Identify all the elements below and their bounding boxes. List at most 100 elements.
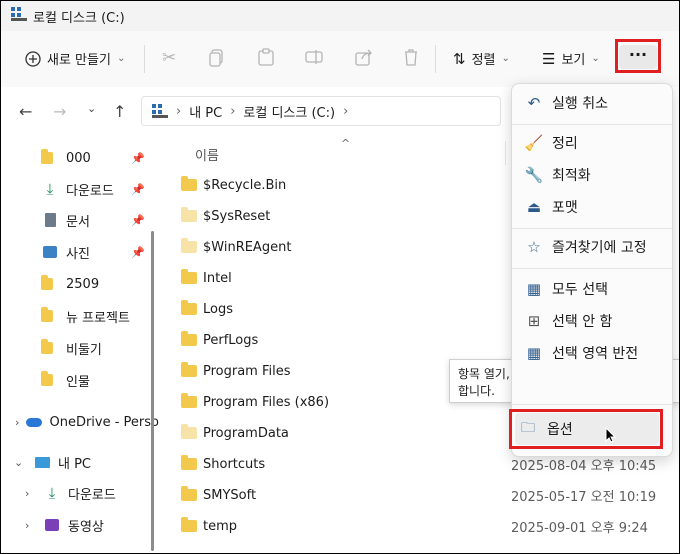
column-header-name[interactable]: 이름: [195, 145, 219, 164]
select-all-icon: ▦: [526, 280, 542, 298]
sidebar-item-2509[interactable]: 2509: [1, 269, 159, 299]
folder-icon: [181, 486, 197, 501]
sidebar-item-this-pc[interactable]: ⌄ 내 PC: [1, 447, 159, 477]
sort-button-label: 정렬: [471, 53, 496, 68]
view-button[interactable]: ☰ 보기 ⌄: [542, 49, 600, 69]
folder-icon: [181, 176, 197, 191]
sidebar-item-000[interactable]: 000 📌: [1, 143, 159, 173]
rename-icon[interactable]: [305, 49, 323, 65]
folder-icon: [181, 207, 197, 222]
menu-item-pin-quick-access[interactable]: ☆ 즐겨찾기에 고정: [512, 232, 672, 262]
file-name: $SysReset: [203, 208, 271, 224]
sidebar-item-label: OneDrive - Perso: [49, 414, 159, 430]
sidebar-item-new-project[interactable]: 뉴 프로젝트: [1, 301, 159, 331]
new-button[interactable]: 새로 만들기 ⌄: [25, 49, 125, 68]
pin-icon[interactable]: 📌: [131, 246, 145, 259]
file-row[interactable]: temp 2025-09-01 오후 9:24: [181, 512, 661, 540]
menu-divider: [512, 228, 672, 229]
sidebar-item-label: 뉴 프로젝트: [66, 310, 130, 326]
file-name: ProgramData: [203, 425, 289, 441]
download-icon: ⤓: [48, 484, 56, 502]
menu-item-label: 선택 영역 반전: [552, 346, 639, 362]
menu-divider: [512, 124, 672, 125]
menu-item-select-none[interactable]: ⊞ 선택 안 함: [512, 306, 672, 336]
sidebar-item-documents[interactable]: 문서 📌: [1, 205, 159, 235]
pin-icon[interactable]: 📌: [131, 183, 145, 196]
file-name: $WinREAgent: [203, 239, 292, 255]
file-date: 2025-09-01 오후 9:24: [511, 520, 648, 536]
chevron-right-icon[interactable]: ›: [25, 519, 29, 532]
chevron-down-icon: ⌄: [501, 53, 510, 64]
menu-item-undo[interactable]: ↶ 실행 취소: [512, 88, 672, 118]
file-name: Intel: [203, 270, 232, 286]
forward-arrow-icon[interactable]: →: [53, 102, 66, 121]
breadcrumb-root[interactable]: 내 PC: [189, 102, 222, 121]
chevron-down-icon[interactable]: ⌄: [14, 456, 23, 469]
file-name: $Recycle.Bin: [203, 177, 287, 193]
address-bar[interactable]: › 내 PC › 로컬 디스크 (C:) ›: [141, 96, 501, 126]
up-arrow-icon[interactable]: ↑: [113, 102, 126, 121]
sidebar-item-pc-downloads[interactable]: › ⤓ 다운로드: [1, 478, 159, 508]
sidebar-scrollbar[interactable]: [151, 231, 154, 551]
menu-item-optimize[interactable]: 🔧 최적화: [512, 160, 672, 190]
back-arrow-icon[interactable]: ←: [19, 102, 32, 121]
menu-item-format[interactable]: ⏏ 포맷: [512, 192, 672, 222]
chevron-down-icon: ⌄: [116, 53, 126, 64]
menu-item-select-all[interactable]: ▦ 모두 선택: [512, 274, 672, 304]
sidebar-item-pigeon[interactable]: 비둘기: [1, 333, 159, 363]
window-title: 로컬 디스크 (C:): [33, 11, 125, 26]
folder-icon: [41, 275, 59, 291]
folder-icon: [181, 517, 197, 532]
menu-item-label: 최적화: [552, 168, 591, 184]
navigation-pane: 000 📌 ⤓ 다운로드 📌 문서 📌 사진 📌 2509 뉴 프로젝트 비둘기…: [1, 137, 159, 553]
file-name: Program Files (x86): [203, 394, 330, 410]
cut-icon[interactable]: ✂: [162, 48, 176, 68]
view-button-label: 보기: [561, 53, 586, 68]
copy-icon[interactable]: [209, 49, 225, 67]
sidebar-item-label: 비둘기: [66, 342, 102, 358]
file-name: Logs: [203, 301, 233, 317]
highlight-box-options: [509, 409, 663, 449]
menu-item-label: 포맷: [552, 200, 578, 216]
sidebar-item-label: 인물: [66, 374, 90, 390]
folder-icon: [181, 269, 197, 284]
document-icon: [41, 213, 59, 227]
chevron-right-icon[interactable]: ›: [15, 416, 19, 429]
paste-icon[interactable]: [258, 48, 274, 66]
toolbar-divider: [435, 45, 436, 73]
folder-icon: [41, 149, 59, 165]
file-name: PerfLogs: [203, 332, 259, 348]
file-row[interactable]: SMYSoft 2025-05-17 오전 10:19: [181, 481, 661, 509]
invert-selection-icon: ▦: [526, 344, 542, 362]
folder-icon: [41, 339, 59, 355]
menu-item-label: 모두 선택: [552, 282, 608, 298]
sidebar-item-label: 내 PC: [58, 456, 92, 472]
sort-ascending-icon: ^: [341, 137, 351, 150]
wrench-icon: 🔧: [524, 166, 544, 184]
sidebar-item-videos[interactable]: › 동영상: [1, 510, 159, 540]
sidebar-item-onedrive[interactable]: › OneDrive - Perso: [1, 407, 159, 437]
sidebar-item-downloads[interactable]: ⤓ 다운로드 📌: [1, 174, 159, 204]
sidebar-item-pictures[interactable]: 사진 📌: [1, 237, 159, 267]
column-divider: [505, 141, 506, 165]
menu-item-label: 정리: [552, 136, 578, 152]
sidebar-item-label: 000: [66, 150, 91, 166]
chevron-down-icon: ⌄: [591, 53, 600, 64]
pin-icon[interactable]: 📌: [131, 152, 145, 165]
drive-icon: [11, 7, 27, 21]
menu-item-label: 실행 취소: [552, 96, 608, 112]
chevron-right-icon[interactable]: ›: [25, 487, 29, 500]
menu-item-invert-selection[interactable]: ▦ 선택 영역 반전: [512, 338, 672, 368]
recent-chevron-icon[interactable]: ⌄: [87, 102, 96, 115]
format-drive-icon: ⏏: [526, 198, 542, 216]
share-icon[interactable]: [355, 48, 373, 66]
sort-button[interactable]: ⇅ 정렬 ⌄: [453, 49, 510, 69]
breadcrumb-current[interactable]: 로컬 디스크 (C:): [243, 102, 335, 121]
new-button-label: 새로 만들기: [47, 53, 111, 68]
pin-icon[interactable]: 📌: [131, 214, 145, 227]
folder-icon: [181, 455, 197, 470]
menu-item-cleanup[interactable]: 🧹 정리: [512, 128, 672, 158]
sidebar-item-label: 문서: [66, 214, 90, 230]
sidebar-item-people[interactable]: 인물: [1, 365, 159, 395]
delete-icon[interactable]: [403, 48, 419, 66]
